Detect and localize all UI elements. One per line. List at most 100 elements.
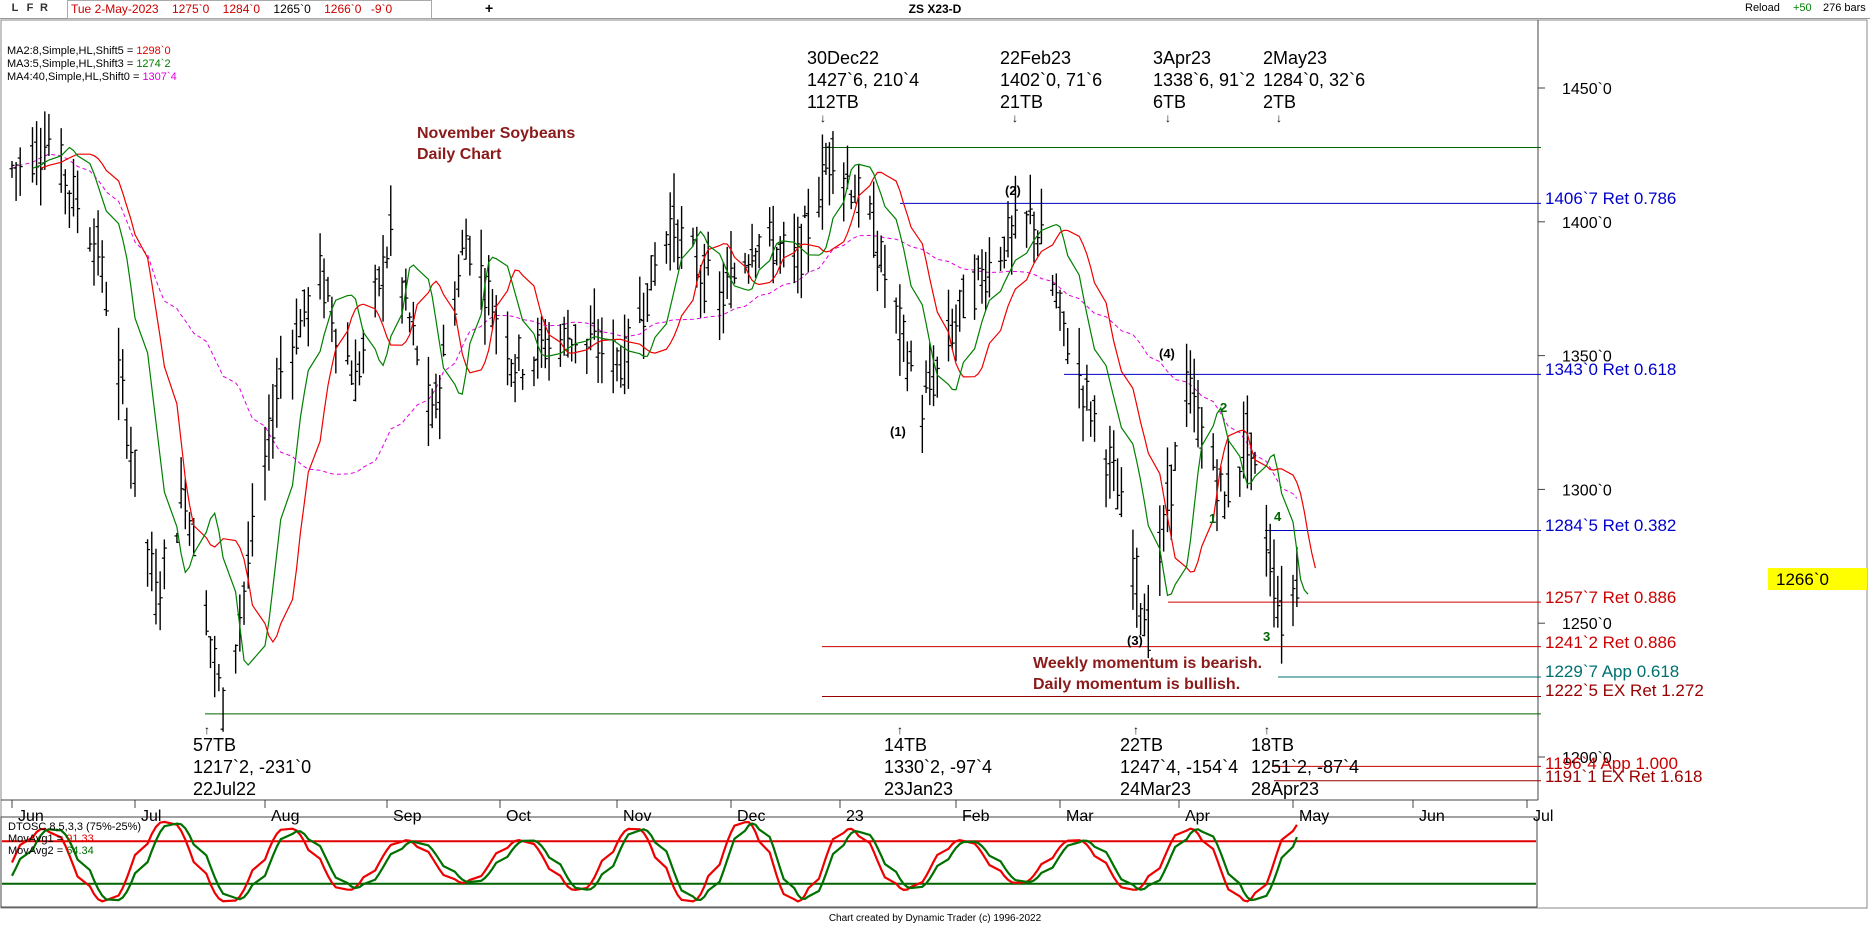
- price-bar: [819, 134, 825, 230]
- price-bar: [1061, 311, 1067, 347]
- price-bar: [120, 349, 126, 405]
- osc-ma1-value: 91.33: [66, 833, 94, 845]
- price-bar: [805, 188, 811, 273]
- price-bar: [87, 227, 93, 252]
- price-bar: [145, 539, 151, 587]
- price-bar: [694, 226, 700, 288]
- price-bar: [262, 426, 268, 501]
- price-bar: [1271, 539, 1277, 628]
- price-bar: [830, 131, 836, 195]
- top-annotation-line: 2TB: [1263, 92, 1296, 112]
- top-annotation-line: 112TB: [807, 92, 859, 112]
- oscillator: DTOSC 8,5,3,3 (75%-25%)MovAvg1 = 91.33Mo…: [2, 820, 1536, 903]
- ma40-path: [11, 153, 1298, 499]
- price-bar: [178, 457, 184, 509]
- price-bar: [1210, 433, 1216, 471]
- down-arrow-icon: ↓: [1165, 111, 1171, 125]
- ma-legend-item: MA2:8,Simple,HL,Shift5 = 1298`0: [7, 45, 171, 57]
- price-bar: [599, 317, 605, 384]
- price-bar: [1053, 273, 1059, 309]
- ma-legend-value: 1298`0: [136, 45, 170, 57]
- price-bar: [871, 181, 877, 258]
- top-annotation-line: 21TB: [1000, 92, 1043, 112]
- price-bar: [767, 207, 773, 247]
- price-bar: [1050, 274, 1056, 296]
- price-bar: [376, 266, 382, 297]
- price-bar: [329, 296, 335, 343]
- price-bar: [1115, 458, 1121, 510]
- price-bar: [349, 360, 355, 385]
- price-bar: [1111, 430, 1117, 492]
- price-bar: [569, 338, 575, 362]
- price-bar: [1038, 188, 1044, 245]
- price-chart[interactable]: 1450`01400`01350`01300`01250`01200`01266…: [0, 0, 1870, 926]
- price-bar: [1001, 236, 1007, 269]
- price-bar: [353, 339, 359, 402]
- level-label: 1284`5 Ret 0.382: [1545, 516, 1676, 535]
- price-bar: [1103, 449, 1109, 508]
- price-bar: [882, 244, 888, 309]
- wave-label: (1): [890, 424, 906, 439]
- price-bar: [220, 687, 226, 732]
- price-bar: [161, 539, 167, 590]
- level-label: 1191`1 EX Ret 1.618: [1545, 767, 1703, 786]
- price-bar: [1290, 574, 1296, 627]
- momentum-note-line: Weekly momentum is bearish.: [1033, 655, 1262, 672]
- price-bar: [99, 240, 105, 293]
- price-bar: [241, 581, 247, 625]
- chart-title-line: November Soybeans: [417, 125, 575, 142]
- price-bar: [489, 289, 495, 329]
- price-bar: [979, 249, 985, 304]
- price-bar: [270, 383, 276, 459]
- price-bar: [520, 369, 526, 390]
- price-bar: [791, 213, 797, 284]
- price-bar: [1184, 343, 1190, 427]
- top-annotation-line: 1338`6, 91`2: [1153, 70, 1255, 90]
- bottom-annotation-line: 24Mar23: [1120, 779, 1191, 799]
- price-bar: [9, 161, 15, 178]
- price-bar: [826, 142, 832, 206]
- bottom-annotation-line: 1251`2, -87`4: [1251, 757, 1359, 777]
- price-bar: [512, 354, 518, 403]
- price-bar: [1057, 289, 1063, 331]
- price-bar: [690, 227, 696, 247]
- time-tick-label: Aug: [271, 808, 299, 825]
- price-bar: [625, 318, 631, 389]
- price-bar: [749, 223, 755, 268]
- oscillator-frame: [0, 816, 1538, 908]
- price-bar: [1141, 593, 1147, 637]
- top-annotation-line: 3Apr23: [1153, 48, 1211, 68]
- price-bar: [923, 360, 929, 394]
- price-bar: [874, 230, 880, 292]
- time-tick-label: Jul: [141, 808, 161, 825]
- top-annotation-line: 6TB: [1153, 92, 1186, 112]
- price-badge-label: 1266`0: [1776, 570, 1829, 589]
- time-axis: Jun Jul Aug Sep Oct Nov Dec 23 Feb Mar Apr May Jun Ju…: [11, 800, 1553, 825]
- time-tick-label: Nov: [623, 808, 651, 825]
- annotations: MA2:8,Simple,HL,Shift5 = 1298`0MA3:5,Sim…: [7, 45, 1365, 799]
- price-bar: [663, 231, 669, 264]
- level-label: 1343`0 Ret 0.618: [1545, 360, 1676, 379]
- level-label: 1257`7 Ret 0.886: [1545, 588, 1676, 607]
- price-bar: [103, 281, 109, 316]
- time-tick-label: 23: [846, 808, 864, 825]
- chart-title-line: Daily Chart: [417, 146, 502, 163]
- price-bar: [216, 663, 222, 692]
- price-bar: [278, 335, 284, 399]
- price-bar: [1279, 565, 1285, 664]
- bottom-annotation-line: 28Apr23: [1251, 779, 1319, 799]
- price-bar: [975, 255, 981, 281]
- level-label: 1229`7 App 0.618: [1545, 662, 1679, 681]
- price-bar: [212, 635, 218, 698]
- top-annotation-line: 1427`6, 210`4: [807, 70, 919, 90]
- price-bar: [584, 338, 590, 375]
- price-bar: [482, 268, 488, 345]
- price-bar: [132, 449, 138, 497]
- level-label: 1406`7 Ret 0.786: [1545, 189, 1676, 208]
- price-bar: [983, 251, 989, 311]
- price-bar: [380, 235, 386, 322]
- price-bar: [998, 246, 1004, 271]
- bottom-annotation-line: 18TB: [1251, 735, 1294, 755]
- price-bar: [13, 162, 19, 201]
- price-bar: [897, 284, 903, 376]
